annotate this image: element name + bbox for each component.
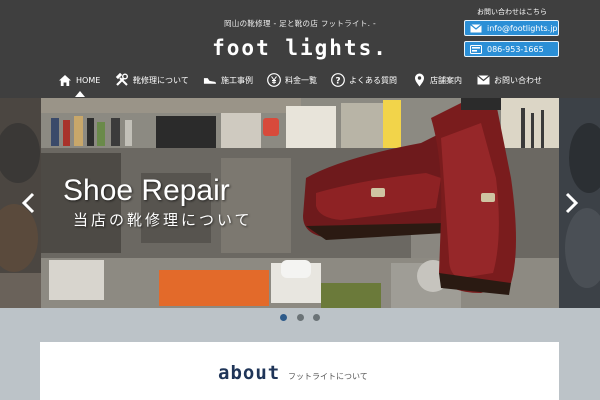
site-header: 岡山の靴修理 - 足と靴の店 フットライト. - foot lights. お問… (0, 0, 600, 98)
home-icon (58, 73, 72, 87)
slide-subtitle: 当店の靴修理について (73, 211, 253, 229)
nav-item-store[interactable]: 店舗案内 (412, 70, 462, 90)
nav-label: 店舗案内 (430, 75, 462, 85)
slide-dot-3[interactable] (313, 314, 320, 321)
nav-label: 靴修理について (133, 75, 189, 85)
tools-icon (115, 73, 129, 87)
nav-label: よくある質問 (349, 75, 397, 85)
slide-pagination (280, 314, 320, 322)
map-pin-icon (412, 73, 426, 87)
phone-number: 086-953-1665 (487, 44, 544, 54)
question-icon: ? (331, 73, 345, 87)
slide-dot-1[interactable] (280, 314, 287, 321)
nav-label: お問い合わせ (494, 75, 542, 85)
slide-title: Shoe Repair (63, 174, 230, 207)
nav-label: 施工事例 (221, 75, 253, 85)
mail-icon (476, 73, 490, 87)
yen-icon (267, 73, 281, 87)
phone-icon (470, 44, 482, 54)
nav-item-home[interactable]: HOME (58, 70, 100, 90)
mail-icon (470, 23, 482, 33)
email-address: info@footlights.jp (487, 23, 558, 33)
about-subtitle: フットライトについて (288, 372, 368, 381)
nav-item-examples[interactable]: 施工事例 (203, 70, 253, 90)
main-nav: HOME 靴修理について 施工事例 料金一覧 ? よくある質問 店舗案内 お問い… (0, 70, 600, 90)
about-title: about (218, 362, 281, 384)
nav-item-contact[interactable]: お問い合わせ (476, 70, 542, 90)
nav-item-pricing[interactable]: 料金一覧 (267, 70, 317, 90)
nav-label: 料金一覧 (285, 75, 317, 85)
chevron-right-icon (565, 192, 579, 214)
slide-dot-2[interactable] (296, 314, 304, 321)
nav-item-faq[interactable]: ? よくある質問 (331, 70, 397, 90)
email-button[interactable]: info@footlights.jp (464, 20, 559, 36)
phone-button[interactable]: 086-953-1665 (464, 41, 559, 57)
nav-label: HOME (76, 75, 101, 85)
next-slide-button[interactable] (564, 190, 580, 216)
nav-item-repair[interactable]: 靴修理について (115, 70, 189, 90)
nav-active-indicator (75, 91, 85, 97)
prev-slide-button[interactable] (20, 190, 36, 216)
svg-text:?: ? (335, 76, 340, 86)
contact-title: お問い合わせはこちら (477, 8, 547, 16)
chevron-left-icon (21, 192, 35, 214)
shoe-icon (203, 73, 217, 87)
